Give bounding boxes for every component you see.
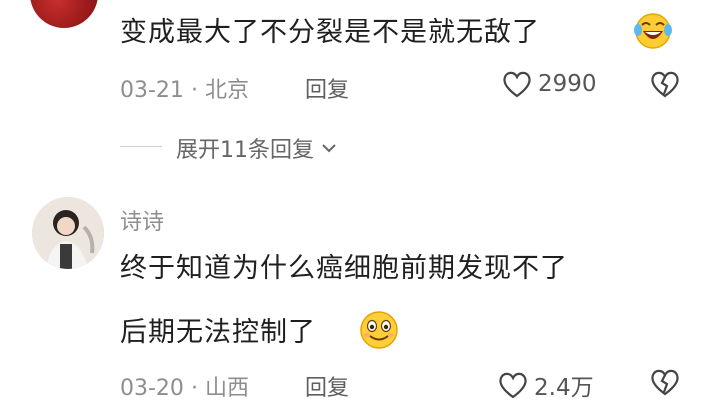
reply-button[interactable]: 回复 (305, 370, 349, 402)
chevron-down-icon (322, 144, 336, 153)
comment-location: 山西 (204, 376, 249, 401)
like-count: 2.4万 (534, 375, 594, 401)
comment-date: 03-20 (120, 376, 184, 401)
expand-replies-button[interactable]: 展开11条回复 (176, 132, 338, 164)
comment-meta: 03-21 · 北京 (120, 72, 249, 104)
smile-emoji (360, 311, 398, 349)
comment-text-line-2: 后期无法控制了 (120, 317, 316, 348)
separator-dot: · (190, 78, 198, 103)
comment-location: 北京 (204, 78, 249, 103)
like-button[interactable]: 2.4万 (498, 368, 594, 402)
comment-text-line-1: 终于知道为什么癌细胞前期发现不了 (120, 253, 568, 284)
divider (120, 146, 162, 147)
separator-dot: · (190, 376, 198, 401)
reply-button[interactable]: 回复 (305, 72, 349, 104)
broken-heart-icon[interactable] (650, 368, 680, 396)
comment-text: 变成最大了不分裂是不是就无敌了 (120, 17, 540, 48)
like-button[interactable]: 2990 (502, 70, 597, 98)
heart-icon (503, 71, 531, 98)
comment-date: 03-21 (120, 78, 184, 103)
avatar-image (32, 197, 104, 269)
broken-heart-icon[interactable] (650, 70, 680, 98)
expand-replies-label: 展开11条回复 (176, 138, 314, 163)
heart-icon (499, 372, 527, 399)
comment-meta: 03-20 · 山西 (120, 370, 249, 402)
laughing-crying-emoji (634, 13, 672, 49)
like-count: 2990 (538, 71, 597, 97)
username[interactable]: 诗诗 (120, 204, 164, 236)
avatar[interactable] (30, 0, 98, 28)
avatar[interactable] (32, 197, 104, 269)
